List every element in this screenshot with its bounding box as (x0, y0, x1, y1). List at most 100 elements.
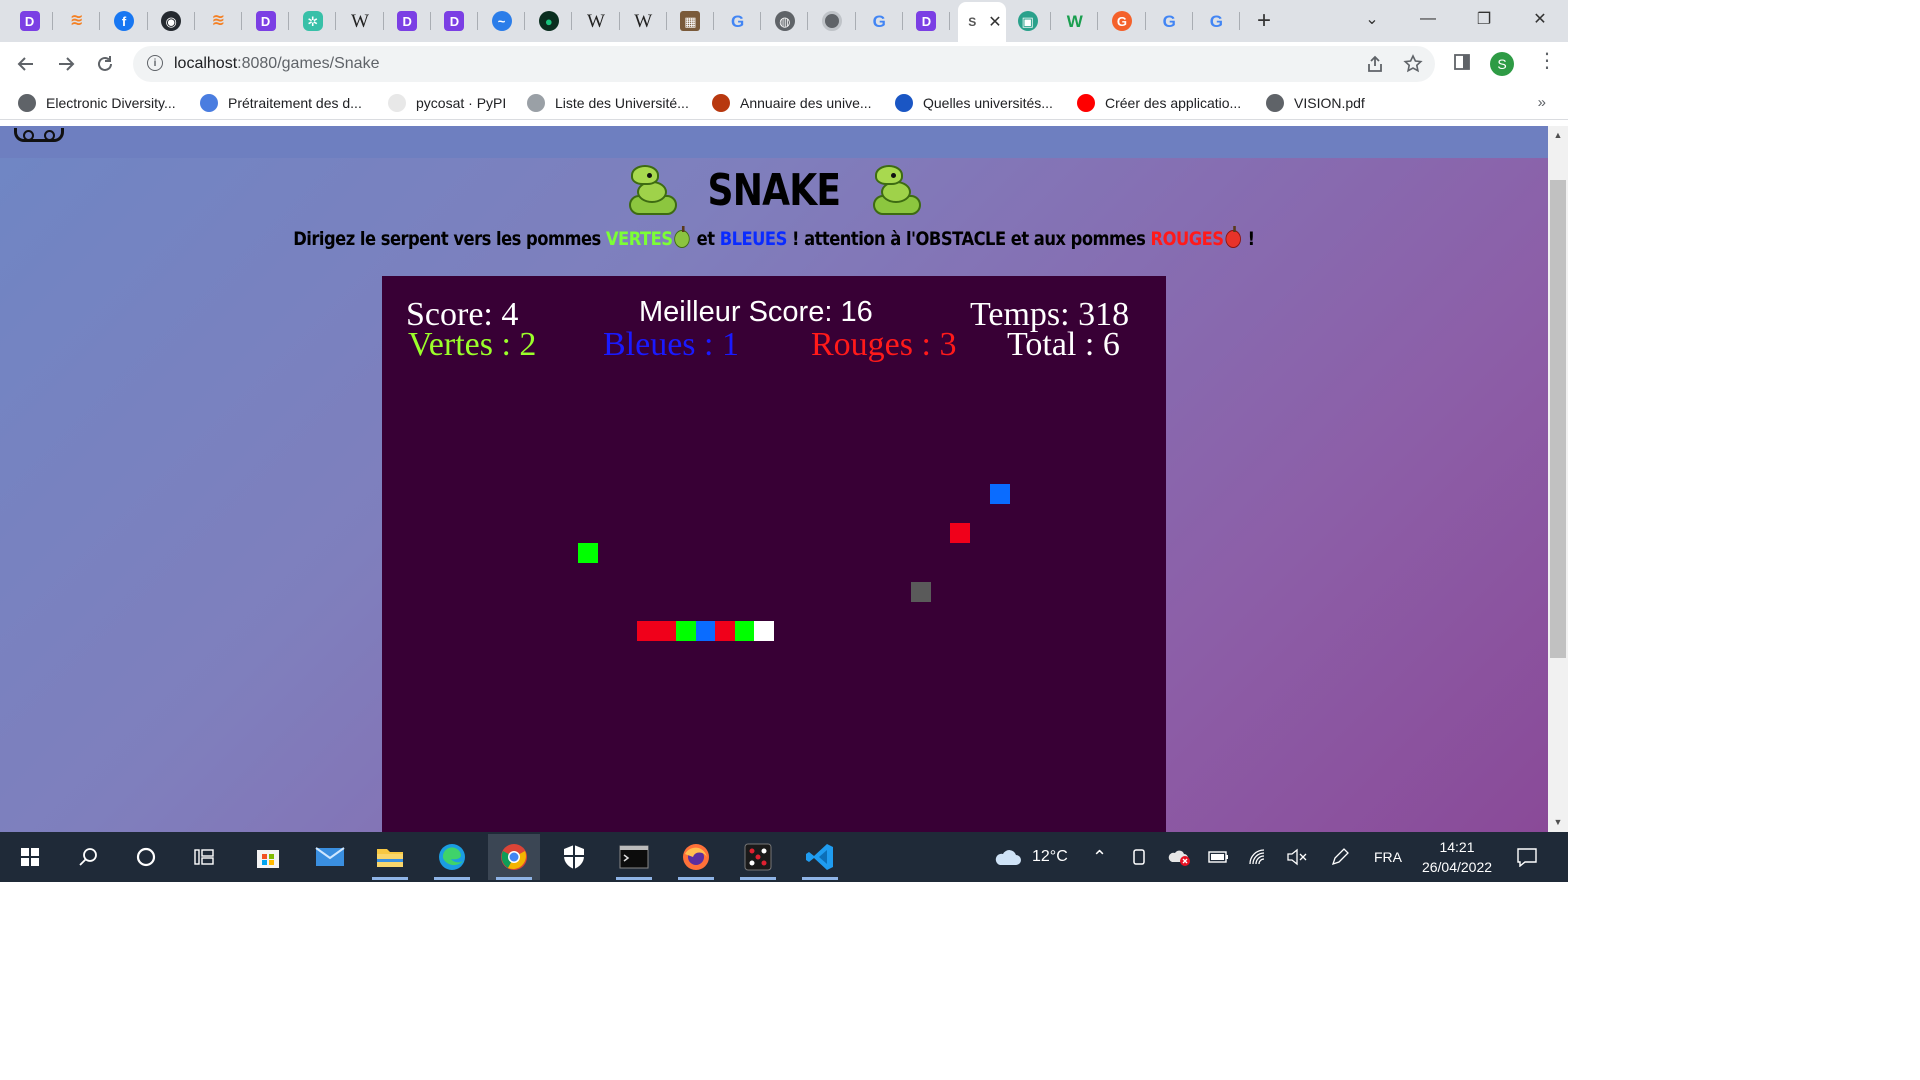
bookmark-item[interactable]: VISION.pdf (1266, 92, 1365, 114)
bookmark-item[interactable]: Prétraitement des d... (200, 92, 362, 114)
volume-muted-icon[interactable] (1286, 832, 1308, 882)
browser-tab[interactable]: ≋ (53, 0, 101, 42)
browser-tab[interactable]: D (6, 0, 54, 42)
dice-app-icon[interactable] (732, 834, 784, 880)
scroll-up-icon[interactable]: ▲ (1552, 130, 1564, 142)
bookmark-item[interactable]: Créer des applicatio... (1077, 92, 1241, 114)
browser-tab[interactable]: ▦ (667, 0, 714, 42)
weather-widget[interactable]: 12°C (992, 832, 1068, 882)
bookmark-favicon-icon (895, 94, 913, 112)
game-title-row: SNAKE (0, 156, 1548, 224)
snake-segment (636, 621, 657, 642)
browser-tab[interactable]: ◉ (148, 0, 195, 42)
site-info-icon[interactable]: i (147, 55, 163, 71)
site-navbar (0, 126, 1548, 158)
mail-icon[interactable] (304, 834, 356, 880)
bookmark-label: Liste des Université... (555, 95, 689, 111)
back-button[interactable] (12, 50, 40, 78)
browser-tab[interactable]: G (856, 0, 903, 42)
browser-tab[interactable]: ▣ (1004, 0, 1052, 42)
reload-button[interactable] (91, 50, 119, 78)
bookmark-item[interactable]: Electronic Diversity... (18, 92, 176, 114)
search-icon[interactable] (62, 834, 114, 880)
file-explorer-icon[interactable] (364, 834, 416, 880)
bookmark-favicon-icon (200, 94, 218, 112)
terminal-icon[interactable] (608, 834, 660, 880)
bookmark-favicon-icon (388, 94, 406, 112)
obstacle (911, 582, 932, 602)
browser-tab[interactable]: G (1193, 0, 1240, 42)
chevron-up-icon[interactable]: ⌃ (1092, 832, 1107, 882)
browser-tab[interactable]: f (100, 0, 148, 42)
scrollbar-thumb[interactable] (1550, 180, 1566, 658)
wifi-icon[interactable] (1248, 832, 1268, 882)
security-icon[interactable] (548, 834, 600, 880)
arrow-left-icon (17, 57, 33, 71)
notifications-icon[interactable] (1516, 832, 1538, 882)
clock[interactable]: 14:21 26/04/2022 (1418, 832, 1496, 882)
vscode-icon[interactable] (794, 834, 846, 880)
browser-tab[interactable]: ✲ (289, 0, 337, 42)
firefox-icon[interactable] (670, 834, 722, 880)
meet-now-icon[interactable] (1132, 832, 1148, 882)
browser-tab[interactable]: W (1051, 0, 1099, 42)
bookmark-star-icon[interactable] (1403, 54, 1423, 79)
scroll-down-icon[interactable]: ▼ (1552, 817, 1564, 829)
tab-search-icon[interactable]: ⌄ (1352, 0, 1392, 38)
chrome-icon (821, 11, 842, 31)
browser-tab[interactable]: D (384, 0, 431, 42)
bookmark-item[interactable]: Quelles universités... (895, 92, 1053, 114)
side-panel-icon[interactable] (1452, 52, 1472, 77)
close-window-icon[interactable]: ✕ (1520, 0, 1560, 38)
windows-start-icon[interactable] (4, 834, 56, 880)
tab-active[interactable]: S ✕ (958, 2, 1006, 42)
forward-button[interactable] (52, 50, 80, 78)
browser-tab[interactable]: W (620, 0, 667, 42)
bookmark-item[interactable]: Annuaire des unive... (712, 92, 872, 114)
browser-tab[interactable]: W (572, 0, 620, 42)
battery-icon[interactable] (1208, 832, 1230, 882)
address-bar[interactable]: i localhost:8080/games/Snake (133, 46, 1435, 82)
browser-tab[interactable]: G (1146, 0, 1193, 42)
bookmark-item[interactable]: pycosat · PyPI (388, 92, 506, 114)
minimize-icon[interactable]: — (1408, 0, 1448, 38)
share-icon[interactable] (1365, 54, 1385, 79)
profile-avatar[interactable]: S (1490, 52, 1514, 76)
facebook-icon: f (113, 11, 134, 31)
browser-tab[interactable]: ~ (478, 0, 526, 42)
pen-icon[interactable] (1330, 832, 1350, 882)
browser-tab[interactable]: ● (525, 0, 573, 42)
browser-tab[interactable]: ◍ (761, 0, 809, 42)
browser-tab[interactable] (808, 0, 856, 42)
deepl-icon: D (916, 11, 937, 31)
bookmark-label: VISION.pdf (1294, 95, 1365, 111)
chrome-icon[interactable] (488, 834, 540, 880)
browser-tab[interactable]: W (336, 0, 384, 42)
game-board[interactable]: Score: 4 Meilleur Score: 16 Temps: 318 V… (382, 276, 1166, 832)
bookmark-item[interactable]: Liste des Université... (527, 92, 689, 114)
bookmarks-overflow-icon[interactable]: » (1538, 94, 1546, 111)
bookmark-favicon-icon (527, 94, 545, 112)
browser-tab[interactable]: ≋ (195, 0, 242, 42)
browser-tab[interactable]: D (903, 0, 950, 42)
bookmark-favicon-icon (1266, 94, 1284, 112)
browser-menu-icon[interactable]: ⋮ (1537, 48, 1557, 73)
onedrive-error-icon[interactable] (1168, 832, 1192, 882)
bookmark-label: pycosat · PyPI (416, 95, 507, 111)
browser-tab[interactable]: G (714, 0, 762, 42)
browser-tab[interactable]: D (242, 0, 290, 42)
browser-tab[interactable]: D (431, 0, 478, 42)
new-tab-button[interactable]: + (1250, 7, 1278, 34)
language-indicator[interactable]: FRA (1374, 832, 1402, 882)
close-icon[interactable]: ✕ (988, 12, 1001, 32)
cortana-icon[interactable] (120, 834, 172, 880)
edge-icon[interactable] (426, 834, 478, 880)
browser-tab[interactable]: G (1098, 0, 1146, 42)
stackoverflow-icon: ≋ (211, 12, 226, 29)
restore-icon[interactable]: ❐ (1464, 0, 1504, 38)
deepl-icon: D (444, 11, 465, 31)
microsoft-store-icon[interactable] (242, 834, 294, 880)
task-view-icon[interactable] (178, 834, 230, 880)
tab-strip: D ≋ f ◉ ≋ D ✲ W D D ~ ● W W ▦ G ◍ G D S ✕ ▣ W G G G + ⌄ — ❐ ✕ (0, 0, 1568, 42)
gamepad-icon[interactable] (14, 128, 64, 142)
